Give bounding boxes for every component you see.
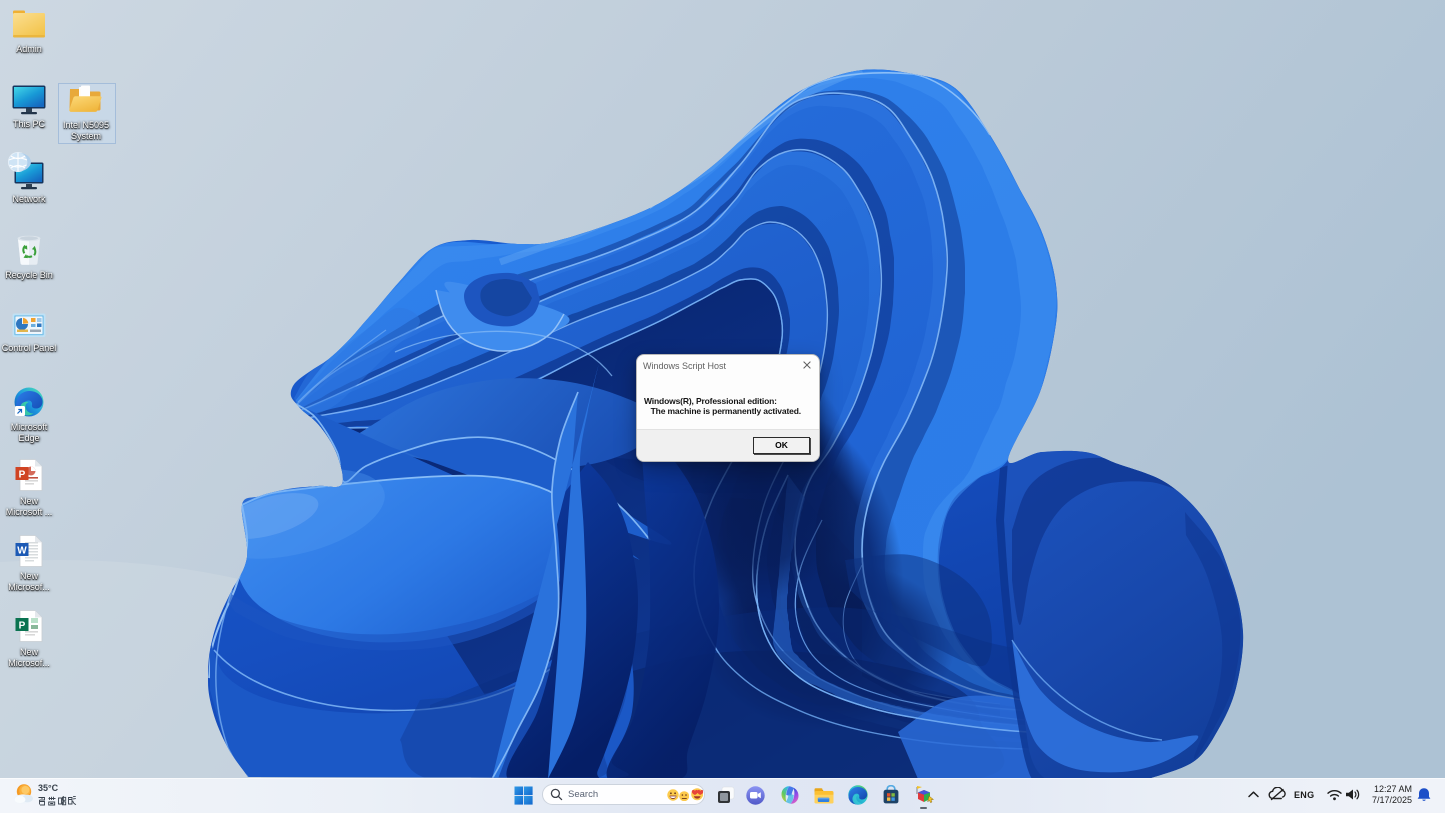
svg-text:P: P bbox=[19, 620, 26, 631]
svg-text:W: W bbox=[17, 545, 27, 556]
svg-text:P: P bbox=[19, 469, 26, 480]
